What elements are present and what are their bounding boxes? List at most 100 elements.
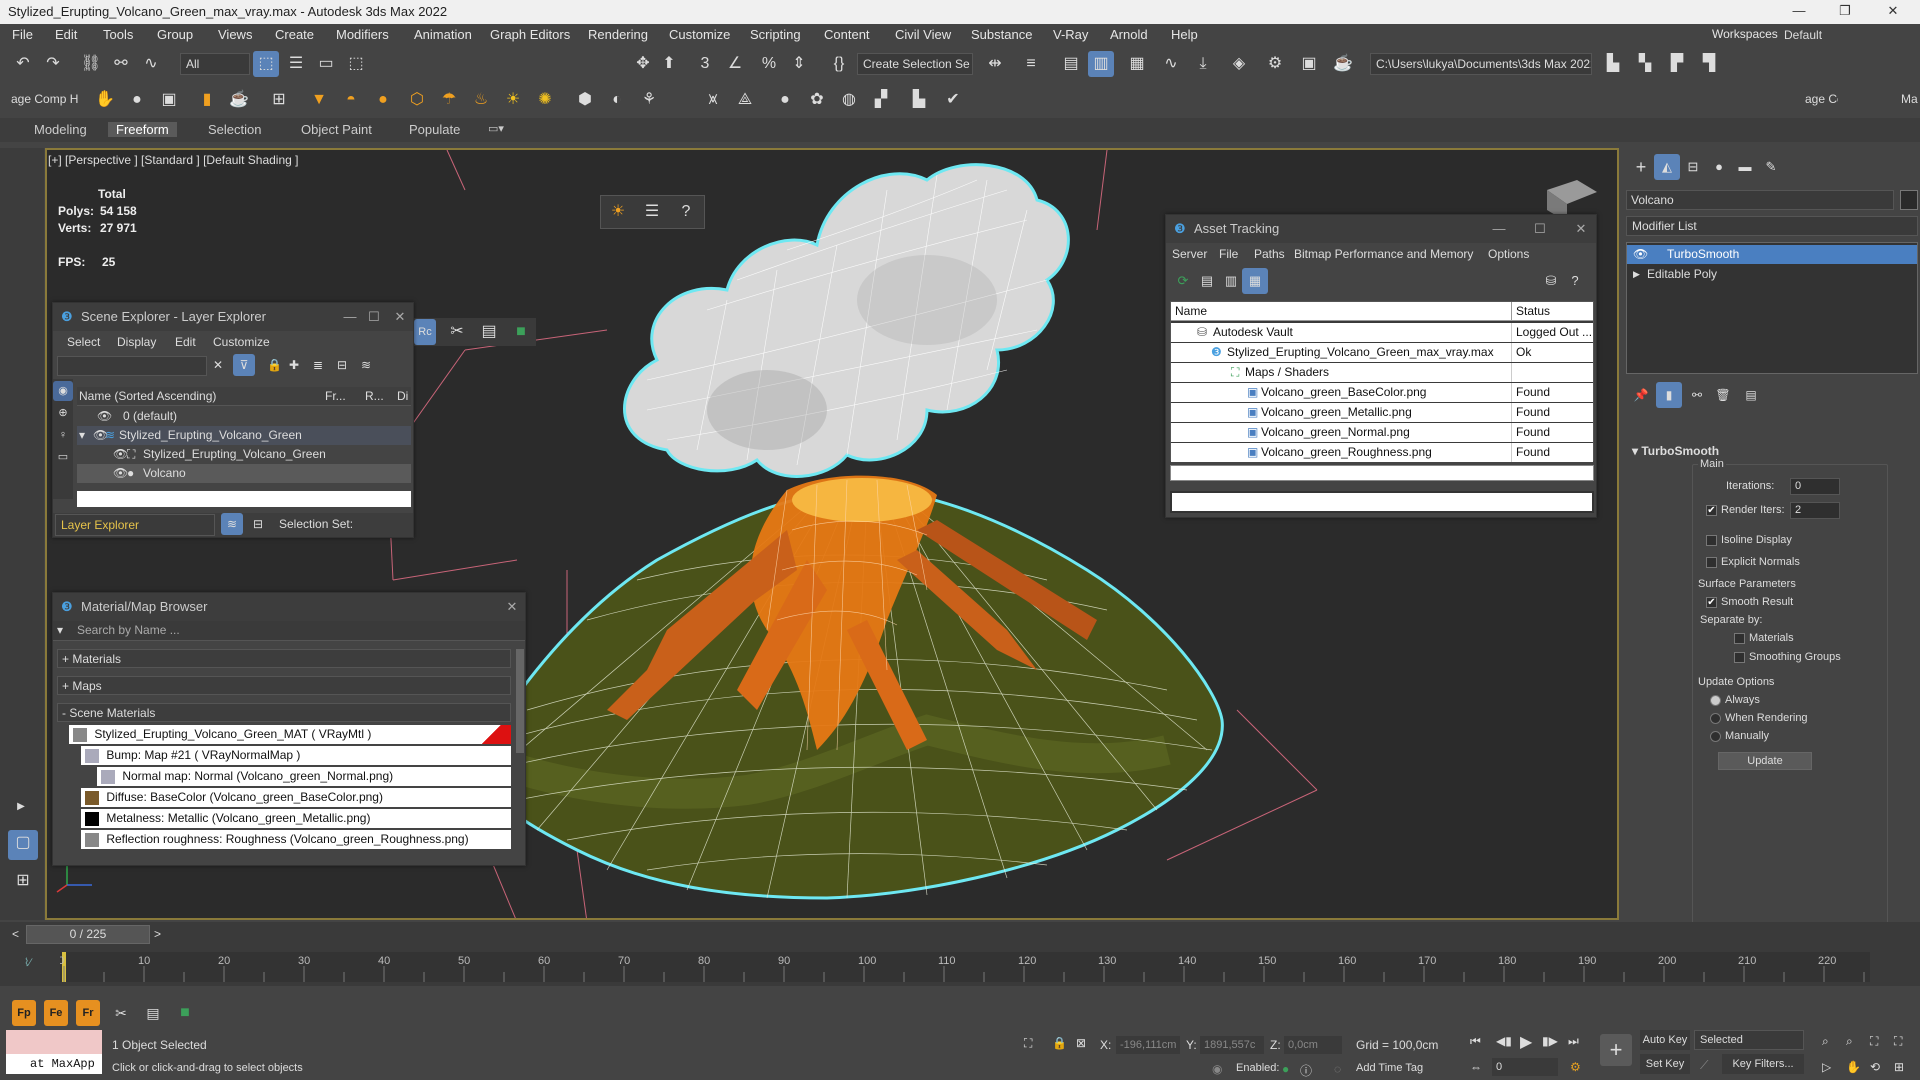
at-scrollbar[interactable] (1170, 465, 1594, 481)
make-unique-icon[interactable]: ⚯ (1684, 382, 1710, 408)
create-tab-icon[interactable]: + (1628, 154, 1654, 180)
menu-edit[interactable]: Edit (55, 27, 77, 42)
link-icon[interactable]: ⛓ (78, 51, 104, 77)
vray-proxy-icon[interactable]: ⬢ (572, 87, 598, 113)
material-ball-icon[interactable]: ● (772, 87, 798, 113)
menu-customize[interactable]: Customize (669, 27, 730, 42)
asset-row[interactable]: ▣ Volcano_green_Normal.png Found (1171, 423, 1593, 442)
modify-tab-icon[interactable]: ◭ (1654, 154, 1680, 180)
sort-icon[interactable]: ◉ (53, 381, 73, 401)
filter-icon[interactable]: ⊽ (233, 354, 255, 376)
at-menu-bitmap[interactable]: Bitmap Performance and Memory (1294, 247, 1473, 261)
remove-modifier-icon[interactable]: 🗑 (1710, 382, 1736, 408)
layer-mode-icon[interactable]: ≋ (221, 513, 243, 535)
percent-snap-icon[interactable]: % (756, 51, 782, 77)
list-icon[interactable]: ☰ (639, 199, 665, 225)
at-menu-paths[interactable]: Paths (1254, 247, 1285, 261)
pan-icon[interactable]: ✋ (1846, 1060, 1861, 1074)
time-config-icon[interactable]: ⚙ (1570, 1060, 1581, 1074)
box-icon[interactable]: ▣ (156, 87, 182, 113)
orbit-icon[interactable]: ⟲ (1870, 1060, 1880, 1074)
camera-filter-icon[interactable]: ▭ (53, 447, 73, 467)
clear-icon[interactable]: ✕ (213, 358, 223, 372)
material-scrollbar[interactable] (516, 649, 524, 753)
vfb-icon[interactable]: ▞ (868, 87, 894, 113)
track-bar[interactable]: ⌇∕ 0 10 20 30 40 50 60 70 80 90 100 110 120 130 140 150… (0, 948, 1920, 986)
menu-vray[interactable]: V-Ray (1053, 27, 1088, 42)
key-mode-select[interactable]: Selected (1694, 1030, 1804, 1050)
time-slider-thumb[interactable]: 0 / 225 (26, 925, 150, 944)
snap-3d-icon[interactable]: 3 (692, 51, 718, 77)
checkbox-icon[interactable] (1734, 651, 1745, 663)
object-color-swatch[interactable] (1900, 190, 1918, 210)
project-tools-icon[interactable]: ▜ (1696, 51, 1722, 77)
materials-toggle[interactable]: Materials (1734, 632, 1794, 644)
project-folder-icon[interactable]: ▙ (1600, 51, 1626, 77)
asset-row[interactable]: ▣ Volcano_green_BaseColor.png Found (1171, 383, 1593, 402)
menu-file[interactable]: File (12, 27, 33, 42)
current-frame-field[interactable]: 0 (1492, 1058, 1558, 1076)
asset-tracking-titlebar[interactable]: ❸ Asset Tracking — ☐ ✕ (1166, 215, 1596, 243)
table-view-icon[interactable]: ▦ (1242, 268, 1268, 294)
zoom-extents-icon[interactable]: ⛶ (1870, 1034, 1878, 1049)
scissors-icon[interactable]: ✂ (108, 1000, 134, 1026)
add-time-tag[interactable]: Add Time Tag (1356, 1062, 1423, 1074)
radio-icon[interactable] (1710, 712, 1721, 724)
se-search-input[interactable] (57, 356, 207, 376)
sun-icon[interactable]: ☀ (500, 87, 526, 113)
sky-icon[interactable]: ✺ (532, 87, 558, 113)
scene-explorer-titlebar[interactable]: ❸ Scene Explorer - Layer Explorer — ☐ ✕ (53, 303, 413, 331)
key-tangent-icon[interactable]: ⟋ (1700, 1058, 1708, 1073)
tab-object-paint[interactable]: Object Paint (301, 122, 372, 137)
radio-when-rendering[interactable]: When Rendering (1710, 712, 1808, 724)
layer-row[interactable]: 👁 0 (default) (77, 407, 411, 426)
tab-populate[interactable]: Populate (409, 122, 460, 137)
add-to-layer-icon[interactable]: ≣ (313, 358, 323, 372)
light-sphere-icon[interactable]: ● (370, 87, 396, 113)
menu-content[interactable]: Content (824, 27, 870, 42)
layer-explorer-icon[interactable]: ▤ (1058, 51, 1084, 77)
teapot-icon[interactable]: ☕ (226, 87, 252, 113)
menu-create[interactable]: Create (275, 27, 314, 42)
tab-modeling[interactable]: Modeling (34, 122, 87, 137)
asset-row[interactable]: ▣ Volcano_green_Roughness.png Found (1171, 443, 1593, 462)
maxscript-listener-top[interactable] (6, 1030, 102, 1054)
modifier-editable-poly[interactable]: ▶ Editable Poly (1627, 265, 1917, 284)
info-icon[interactable]: ⓘ (1300, 1062, 1312, 1079)
green-square-icon[interactable]: ■ (508, 319, 534, 345)
hand-icon[interactable]: ✋ (92, 87, 118, 113)
tab-selection[interactable]: Selection (208, 122, 261, 137)
rect-selection-icon[interactable]: ▭ (313, 51, 339, 77)
section-scene-materials[interactable]: - Scene Materials (57, 703, 511, 722)
map-item[interactable]: Diffuse: BaseColor (Volcano_green_BaseCo… (81, 788, 511, 807)
z-coordinate[interactable]: 0,0cm (1284, 1036, 1342, 1054)
render-iters-spinner[interactable]: 2 (1790, 502, 1840, 519)
smooth-result-toggle[interactable]: ✔ Smooth Result (1706, 596, 1793, 608)
render-icon[interactable]: ☕ (1330, 51, 1356, 77)
set-project-icon[interactable]: ▛ (1664, 51, 1690, 77)
map-item[interactable]: Bump: Map #21 ( VRayNormalMap ) (81, 746, 511, 765)
named-selection-set-select[interactable]: Create Selection Se (857, 53, 973, 75)
table-icon[interactable]: ▤ (140, 1000, 166, 1026)
lock-icon[interactable]: 🔒 (267, 358, 282, 372)
checkbox-checked-icon[interactable]: ✔ (1706, 596, 1717, 608)
ribbon-options-icon[interactable]: ▭▾ (488, 122, 504, 135)
display-tab-icon[interactable]: ▬ (1732, 154, 1758, 180)
minimize-button[interactable]: — (1776, 0, 1822, 24)
update-button[interactable]: Update (1718, 752, 1812, 770)
radio-selected-icon[interactable] (1710, 694, 1721, 706)
image-comp-helper[interactable]: age Comp Hel (6, 89, 78, 111)
object-row[interactable]: 👁 ⛶ Stylized_Erupting_Volcano_Green (77, 445, 411, 464)
zoom-all-icon[interactable]: ⌕ (1846, 1034, 1853, 1049)
smoothing-groups-toggle[interactable]: Smoothing Groups (1734, 651, 1841, 663)
maximize-icon[interactable]: ☐ (1525, 215, 1555, 243)
single-viewport-icon[interactable]: ▢ (8, 830, 38, 860)
menu-scripting[interactable]: Scripting (750, 27, 801, 42)
window-crossing-icon[interactable]: ⬚ (343, 51, 369, 77)
selection-lock-icon[interactable]: 🔒 (1052, 1036, 1067, 1050)
close-icon[interactable]: ✕ (1566, 215, 1596, 243)
refresh-icon[interactable]: ⟳ (1170, 268, 1196, 294)
next-key-icon[interactable]: ▮▶ (1542, 1034, 1558, 1048)
motion-tab-icon[interactable]: ● (1706, 154, 1732, 180)
play-icon[interactable]: ▶ (1520, 1032, 1532, 1052)
